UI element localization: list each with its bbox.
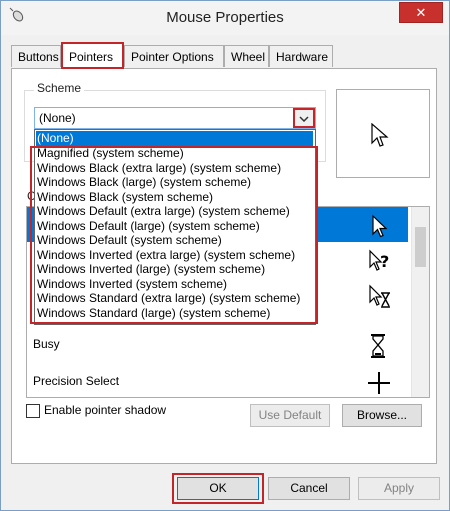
scheme-group-label: Scheme bbox=[34, 81, 85, 95]
chevron-down-icon bbox=[299, 111, 309, 125]
scrollbar-thumb[interactable] bbox=[415, 227, 426, 267]
scheme-selected-value: (None) bbox=[39, 111, 76, 125]
working-in-background-cursor-icon bbox=[365, 282, 393, 310]
scheme-combobox[interactable]: (None) bbox=[34, 107, 316, 129]
tab-label: Pointers bbox=[69, 50, 114, 64]
help-select-cursor-icon: ? bbox=[365, 247, 393, 275]
browse-button[interactable]: Browse... bbox=[342, 404, 422, 427]
pointer-shadow-checkbox[interactable] bbox=[26, 404, 40, 418]
tab-label: Pointer Options bbox=[131, 50, 214, 64]
arrow-cursor-icon bbox=[365, 212, 393, 240]
cursor-list-scrollbar[interactable] bbox=[411, 207, 429, 397]
cancel-button[interactable]: Cancel bbox=[268, 477, 350, 500]
close-icon: ✕ bbox=[415, 5, 427, 20]
window-title: Mouse Properties bbox=[166, 9, 284, 26]
crosshair-cursor-icon bbox=[365, 369, 393, 397]
tab-buttons[interactable]: Buttons bbox=[11, 45, 61, 67]
svg-text:?: ? bbox=[380, 252, 389, 271]
pointer-shadow-label: Enable pointer shadow bbox=[44, 403, 167, 417]
hourglass-cursor-icon bbox=[365, 332, 393, 360]
apply-button[interactable]: Apply bbox=[358, 477, 440, 500]
tab-pointers[interactable]: Pointers bbox=[61, 42, 124, 69]
tab-label: Buttons bbox=[18, 50, 59, 64]
dropdown-option[interactable]: (None) bbox=[36, 131, 313, 146]
use-default-button[interactable]: Use Default bbox=[250, 404, 330, 427]
arrow-cursor-icon bbox=[371, 123, 389, 147]
title-bar[interactable]: Mouse Properties ✕ bbox=[1, 1, 449, 35]
cursor-row[interactable]: Busy bbox=[27, 327, 408, 362]
dropdown-highlight-frame bbox=[30, 146, 318, 324]
cursor-row-label: Precision Select bbox=[33, 374, 120, 388]
close-button[interactable]: ✕ bbox=[399, 2, 443, 23]
cursor-row-label: Busy bbox=[33, 337, 60, 351]
tab-label: Wheel bbox=[231, 50, 266, 64]
tab-pointer-options[interactable]: Pointer Options bbox=[124, 45, 224, 67]
tab-label: Hardware bbox=[276, 50, 329, 64]
pointer-preview bbox=[336, 89, 430, 178]
ok-button[interactable]: OK bbox=[177, 477, 259, 500]
tab-wheel[interactable]: Wheel bbox=[224, 45, 269, 67]
cursor-row[interactable]: Precision Select bbox=[27, 364, 408, 397]
scheme-dropdown-button[interactable] bbox=[293, 108, 315, 128]
tab-hardware[interactable]: Hardware bbox=[269, 45, 333, 67]
